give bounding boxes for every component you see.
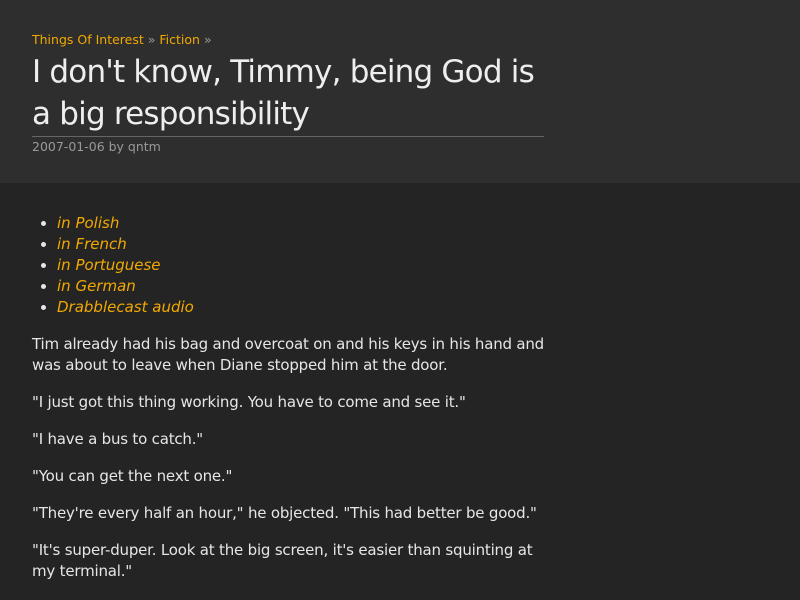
list-item: in French — [57, 234, 544, 255]
list-item: in Portuguese — [57, 255, 544, 276]
article-body: in Polish in French in Portuguese in Ger… — [0, 183, 576, 582]
link-drabblecast-audio[interactable]: Drabblecast audio — [57, 298, 194, 316]
breadcrumb-separator: » — [203, 32, 212, 47]
breadcrumb-separator: » — [147, 32, 156, 47]
link-portuguese[interactable]: in Portuguese — [57, 256, 161, 274]
page-header: Things Of Interest » Fiction » I don't k… — [0, 0, 800, 183]
paragraph: "You can get the next one." — [32, 467, 233, 485]
post-meta: 2007-01-06 by qntm — [32, 139, 161, 154]
list-item: in German — [57, 276, 544, 297]
translation-links: in Polish in French in Portuguese in Ger… — [32, 213, 544, 318]
list-item: in Polish — [57, 213, 544, 234]
paragraph: "I just got this thing working. You have… — [32, 393, 466, 411]
link-polish[interactable]: in Polish — [57, 214, 119, 232]
link-german[interactable]: in German — [57, 277, 136, 295]
breadcrumb: Things Of Interest » Fiction » — [32, 31, 768, 49]
paragraph: "It's super-duper. Look at the big scree… — [32, 541, 533, 580]
page-title: I don't know, Timmy, being God is a big … — [32, 51, 544, 137]
link-french[interactable]: in French — [57, 235, 127, 253]
paragraph: "I have a bus to catch." — [32, 430, 204, 448]
paragraph: Tim already had his bag and overcoat on … — [32, 335, 545, 374]
breadcrumb-fiction[interactable]: Fiction — [159, 32, 200, 47]
breadcrumb-things-of-interest[interactable]: Things Of Interest — [32, 32, 144, 47]
list-item: Drabblecast audio — [57, 297, 544, 318]
paragraph: "They're every half an hour," he objecte… — [32, 504, 537, 522]
